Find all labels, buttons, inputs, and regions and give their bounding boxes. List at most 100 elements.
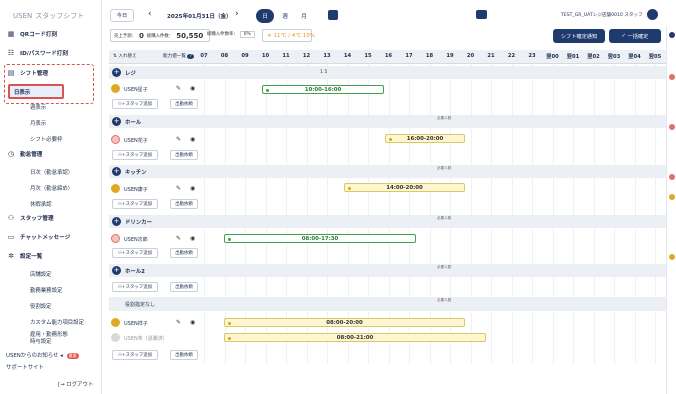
sidebar-sub-month[interactable]: 月表示 [30,119,46,127]
sidebar-item-attendance[interactable]: ◷ 勤怠管理 [6,147,96,161]
eye-icon[interactable]: ◉ [190,85,195,92]
shift-bar[interactable]: 14:00-20:00 [344,183,465,192]
qr-icon: ▦ [7,30,15,38]
message-icon[interactable] [476,10,487,19]
add-user-icon: ⚇+ [118,284,126,290]
shift-notify-button[interactable]: シフト確定通知 [553,29,605,43]
notice-link[interactable]: USENからのお知らせ ◂ 重要 [6,351,79,359]
add-staff-button[interactable]: ⚇+ スタッフ追加 [112,282,158,292]
user-avatar[interactable] [647,9,658,20]
edit-icon[interactable]: ✎ [176,136,181,143]
sidebar-item-chat[interactable]: ▭ チャットメッセージ [6,230,96,244]
sidebar-item-id[interactable]: ☷ ID/パスワード打刻 [6,46,96,60]
eye-icon[interactable]: ◉ [190,319,195,326]
sidebar-sub-custom[interactable]: カスタム能力項目設定 [30,318,84,326]
hour-label: 19 [446,53,454,59]
add-staff-button[interactable]: ⚇+ スタッフ追加 [112,350,158,360]
add-icon[interactable]: + [112,68,121,77]
shift-bar[interactable]: 08:00-17:30 [224,234,416,243]
shift-bar[interactable]: 08:00-21:00 [224,333,486,342]
apply-button[interactable]: 出勤依頼 [170,99,198,109]
sidebar-item-qr[interactable]: ▦ QRコード打刻 [6,27,96,41]
prev-date-button[interactable]: ‹ [148,9,152,19]
section-hall2: + ホール2 必要人数 [109,264,676,277]
today-button[interactable]: 今日 [110,9,134,22]
sidebar-sub-need[interactable]: シフト必要枠 [30,135,62,143]
sidebar-item-staff[interactable]: ⚇ スタッフ管理 [6,211,96,225]
edit-icon[interactable]: ✎ [176,185,181,192]
eye-icon[interactable]: ◉ [190,136,195,143]
edit-icon[interactable]: ✎ [176,319,181,326]
view-week-tab[interactable]: 週 [277,9,293,23]
hour-label: 翌03 [607,54,621,60]
avatar [111,333,120,342]
add-icon[interactable]: + [112,217,121,226]
next-date-button[interactable]: › [235,9,239,19]
app-logo: USEN スタッフシフト [13,12,85,20]
eye-icon[interactable]: ◉ [190,185,195,192]
avatar [111,84,120,93]
employee-name: USEN祥子 [124,321,148,327]
sidebar-sub-leave[interactable]: 休暇承認 [30,200,52,208]
shift-bar[interactable]: 10:00-16:00 [262,85,384,94]
sidebar-sub-week[interactable]: 週表示 [30,103,46,111]
sidebar-sub-store[interactable]: 店舗設定 [30,270,52,278]
gear-icon: ✲ [8,252,14,260]
sidebar-sub-day[interactable]: 日表示 [14,88,30,96]
bulk-confirm-button[interactable]: ✓ 一括確定 [609,29,661,43]
help-icon: ? [187,54,194,59]
grid-line [634,64,636,364]
view-day-tab[interactable]: 日 [256,9,274,23]
avatar [111,234,120,243]
collapse-icon[interactable] [669,32,675,38]
apply-button[interactable]: 出勤依頼 [170,248,198,258]
apply-button[interactable]: 出勤依頼 [170,350,198,360]
employee-name: USEN朱（退職済） [124,336,168,342]
apply-button[interactable]: 出勤依頼 [170,150,198,160]
swap-toggle[interactable]: ⇅ 入れ替え [113,53,137,59]
logout-link[interactable]: [→ ログアウト [58,380,93,388]
support-link[interactable]: サポートサイト [6,363,44,371]
apply-button[interactable]: 出勤依頼 [170,282,198,292]
right-rail [666,26,676,394]
add-staff-button[interactable]: ⚇+ スタッフ追加 [112,248,158,258]
sidebar-item-settings[interactable]: ✲ 設定一覧 [6,249,96,263]
hour-label: 21 [487,53,495,59]
hour-label: 10 [261,53,270,59]
view-month-tab[interactable]: 月 [296,9,312,23]
section-regi: + レジ 1 5 [109,66,676,79]
shift-bar[interactable]: 16:00-20:00 [385,134,465,143]
add-icon[interactable]: + [112,266,121,275]
hour-label: 翌02 [587,54,600,60]
add-staff-button[interactable]: ⚇+ スタッフ追加 [112,150,158,160]
sales-forecast: 売上予測： 0 総購入件数： 50,550 [110,29,210,42]
sidebar-sub-work[interactable]: 勤務業務設定 [30,286,62,294]
shift-dot [348,187,351,190]
clock-icon: ◷ [7,150,15,158]
edit-icon[interactable]: ✎ [176,235,181,242]
add-user-icon: ⚇+ [118,152,126,158]
apply-button[interactable]: 出勤依頼 [170,199,198,209]
add-icon[interactable]: + [112,117,121,126]
shift-bar[interactable]: 08:00-20:00 [224,318,465,327]
eye-icon[interactable]: ◉ [190,235,195,242]
employee-name: USEN花子 [124,138,148,144]
sun-icon: ☀ [267,32,272,39]
add-staff-button[interactable]: ⚇+ スタッフ追加 [112,199,158,209]
sidebar-sub-daily[interactable]: 日次（勤怠承認） [30,168,73,176]
employee-name: USEN次郎 [124,237,148,243]
hour-label: 18 [425,53,434,59]
grid-line [593,64,595,364]
edit-icon[interactable]: ✎ [176,85,181,92]
add-staff-button[interactable]: ⚇+ スタッフ追加 [112,99,158,109]
sidebar-sub-role[interactable]: 役割設定 [30,302,52,310]
ability-list-button[interactable]: 能力値一覧 ? [163,53,194,59]
sidebar-item-shift[interactable]: ▤ シフト管理 [6,66,96,80]
sidebar-sub-employment[interactable]: 雇用・勤務形態 時与設定 [30,332,68,346]
add-user-icon: ⚇+ [118,250,126,256]
add-icon[interactable]: + [112,167,121,176]
hour-label: 07 [200,53,208,59]
current-date: 2025年01月31日（金） [167,14,232,20]
sidebar-sub-monthly[interactable]: 月次（勤怠締め） [30,184,73,192]
calendar-picker-icon[interactable] [328,10,338,20]
